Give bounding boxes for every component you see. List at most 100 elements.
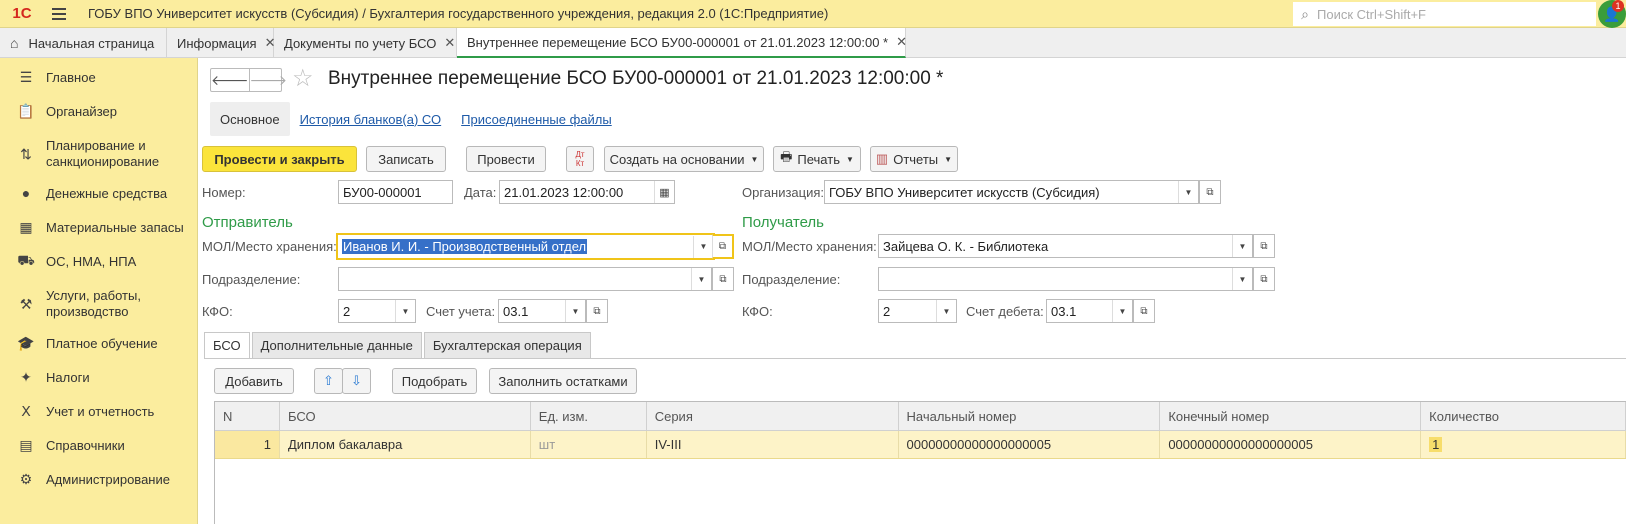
sidebar-item-taxes[interactable]: ✦ Налоги <box>0 366 89 388</box>
star-icon[interactable]: ☆ <box>292 64 314 93</box>
section-main[interactable]: Основное <box>210 102 290 136</box>
sidebar-item-label: Справочники <box>46 437 125 453</box>
chevron-down-icon[interactable]: ▼ <box>565 300 585 322</box>
logo-1c[interactable]: 1С <box>0 0 44 28</box>
create-based-on-button[interactable]: Создать на основании ▼ <box>604 146 764 172</box>
column-header[interactable]: Количество <box>1421 402 1626 430</box>
close-icon[interactable]: ✕ <box>444 35 455 51</box>
chevron-down-icon[interactable]: ▼ <box>693 235 713 258</box>
table-row[interactable]: 1 Диплом бакалавра шт IV-III 00000000000… <box>215 431 1626 459</box>
sender-department-field[interactable]: ▼ <box>338 267 712 291</box>
chevron-down-icon[interactable]: ▼ <box>395 300 415 322</box>
cell-end-number[interactable]: 00000000000000000005 <box>1160 431 1422 458</box>
column-header[interactable]: Начальный номер <box>899 402 1161 430</box>
column-header[interactable]: N <box>215 402 280 430</box>
tab-bso[interactable]: БСО <box>204 332 250 358</box>
chevron-down-icon[interactable]: ▼ <box>1178 181 1198 203</box>
post-button[interactable]: Провести <box>466 146 546 172</box>
sidebar-item-money[interactable]: ● Денежные средства <box>0 182 167 204</box>
sidebar-item-paid-education[interactable]: 🎓 Платное обучение <box>0 332 157 354</box>
column-header[interactable]: Конечный номер <box>1160 402 1422 430</box>
column-header[interactable]: Серия <box>647 402 899 430</box>
forward-arrow-icon[interactable]: 🡒 <box>250 69 288 91</box>
tab-additional-data[interactable]: Дополнительные данные <box>251 332 422 358</box>
close-icon[interactable]: ✕ <box>896 34 907 50</box>
reports-button[interactable]: ▥ Отчеты ▼ <box>870 146 958 172</box>
receiver-kfo-field[interactable]: 2 ▼ <box>878 299 957 323</box>
column-header[interactable]: БСО <box>280 402 531 430</box>
menu-icon[interactable] <box>44 0 74 28</box>
form-tabs: БСО Дополнительные данные Бухгалтерская … <box>204 332 593 358</box>
receiver-department-field[interactable]: ▼ <box>878 267 1253 291</box>
chevron-down-icon[interactable]: ▼ <box>936 300 956 322</box>
bso-table: N БСО Ед. изм. Серия Начальный номер Кон… <box>214 401 1626 524</box>
open-sender-account-icon[interactable]: ⧉ <box>586 299 608 323</box>
cell-quantity[interactable]: 1 <box>1421 431 1626 458</box>
column-header[interactable]: Ед. изм. <box>531 402 647 430</box>
sidebar-item-administration[interactable]: ⚙ Администрирование <box>0 468 170 490</box>
coin-icon: ● <box>21 185 31 201</box>
organization-value: ГОБУ ВПО Университет искусств (Субсидия) <box>829 184 1100 200</box>
receiver-department-label: Подразделение: <box>742 272 841 287</box>
open-receiver-department-icon[interactable]: ⧉ <box>1253 267 1275 291</box>
section-history-link[interactable]: История бланков(а) СО <box>290 102 452 136</box>
date-field[interactable]: 21.01.2023 12:00:00 ▦ <box>499 180 675 204</box>
chevron-down-icon[interactable]: ▼ <box>1112 300 1132 322</box>
global-search-input[interactable]: ⌕ Поиск Ctrl+Shift+F <box>1293 2 1596 26</box>
section-files-link[interactable]: Присоединенные файлы <box>451 102 622 136</box>
tab-current-document[interactable]: Внутреннее перемещение БСО БУ00-000001 о… <box>457 28 907 58</box>
title-bar: 1С ГОБУ ВПО Университет искусств (Субсид… <box>0 0 1626 28</box>
sender-mol-value: Иванов И. И. - Производственный отдел <box>342 239 588 254</box>
back-arrow-icon[interactable]: 🡐 <box>211 69 250 91</box>
gear-icon: ⚙ <box>19 470 33 487</box>
sidebar-item-services[interactable]: ⚒ Услуги, работы, производство <box>0 286 166 322</box>
receiver-account-field[interactable]: 03.1 ▼ <box>1046 299 1133 323</box>
sidebar-item-organizer[interactable]: 📋 Органайзер <box>0 100 117 122</box>
open-receiver-account-icon[interactable]: ⧉ <box>1133 299 1155 323</box>
move-down-icon[interactable]: ⇩ <box>342 368 371 394</box>
sidebar-item-main[interactable]: ☰ Главное <box>0 66 96 88</box>
tab-info[interactable]: Информация ✕ <box>167 28 276 58</box>
sender-kfo-value: 2 <box>343 303 351 319</box>
chevron-down-icon[interactable]: ▼ <box>1232 268 1252 290</box>
organization-field[interactable]: ГОБУ ВПО Университет искусств (Субсидия)… <box>824 180 1199 204</box>
cell-bso[interactable]: Диплом бакалавра <box>280 431 531 458</box>
sender-mol-field[interactable]: Иванов И. И. - Производственный отдел ▼ <box>336 233 715 260</box>
open-sender-mol-icon[interactable]: ⧉ <box>712 234 734 259</box>
tab-accounting-operation[interactable]: Бухгалтерская операция <box>423 332 591 358</box>
move-up-icon[interactable]: ⇧ <box>314 368 343 394</box>
chevron-down-icon[interactable]: ▼ <box>1232 235 1252 257</box>
tab-label: Информация <box>177 35 257 51</box>
sidebar-item-references[interactable]: ▤ Справочники <box>0 434 125 456</box>
tab-bso-documents[interactable]: Документы по учету БСО ✕ <box>274 28 457 58</box>
pick-button[interactable]: Подобрать <box>392 368 477 394</box>
sidebar-item-planning[interactable]: ⇅ Планирование и санкционирование <box>0 136 166 172</box>
cell-start-number[interactable]: 00000000000000000005 <box>899 431 1161 458</box>
sidebar-item-materials[interactable]: ▦ Материальные запасы <box>0 216 183 238</box>
sidebar-item-assets[interactable]: ⛟ ОС, НМА, НПА <box>0 250 136 272</box>
cell-series[interactable]: IV-III <box>647 431 899 458</box>
open-organization-icon[interactable]: ⧉ <box>1199 180 1221 204</box>
post-and-close-button[interactable]: Провести и закрыть <box>202 146 357 172</box>
calendar-icon[interactable]: ▦ <box>654 181 674 203</box>
sender-account-field[interactable]: 03.1 ▼ <box>498 299 586 323</box>
tabs-divider <box>204 358 1626 359</box>
cell-unit[interactable]: шт <box>531 431 647 458</box>
sidebar-item-reporting[interactable]: Ⅹ Учет и отчетность <box>0 400 154 422</box>
open-receiver-mol-icon[interactable]: ⧉ <box>1253 234 1275 258</box>
sender-kfo-field[interactable]: 2 ▼ <box>338 299 416 323</box>
app-title: ГОБУ ВПО Университет искусств (Субсидия)… <box>88 6 829 21</box>
save-button[interactable]: Записать <box>366 146 446 172</box>
chevron-down-icon[interactable]: ▼ <box>691 268 711 290</box>
fill-with-balances-button[interactable]: Заполнить остатками <box>489 368 637 394</box>
number-field[interactable]: БУ00-000001 <box>338 180 453 204</box>
dt-kt-button[interactable]: Дт Кт <box>566 146 594 172</box>
cell-n[interactable]: 1 <box>215 431 280 458</box>
print-button[interactable]: 🖶 Печать ▼ <box>773 146 861 172</box>
organization-label: Организация: <box>742 185 825 200</box>
add-row-button[interactable]: Добавить <box>214 368 294 394</box>
open-sender-department-icon[interactable]: ⧉ <box>712 267 734 291</box>
sidebar-item-label: Главное <box>46 69 96 85</box>
tab-home[interactable]: ⌂ Начальная страница <box>0 28 167 58</box>
receiver-mol-field[interactable]: Зайцева О. К. - Библиотека ▼ <box>878 234 1253 258</box>
